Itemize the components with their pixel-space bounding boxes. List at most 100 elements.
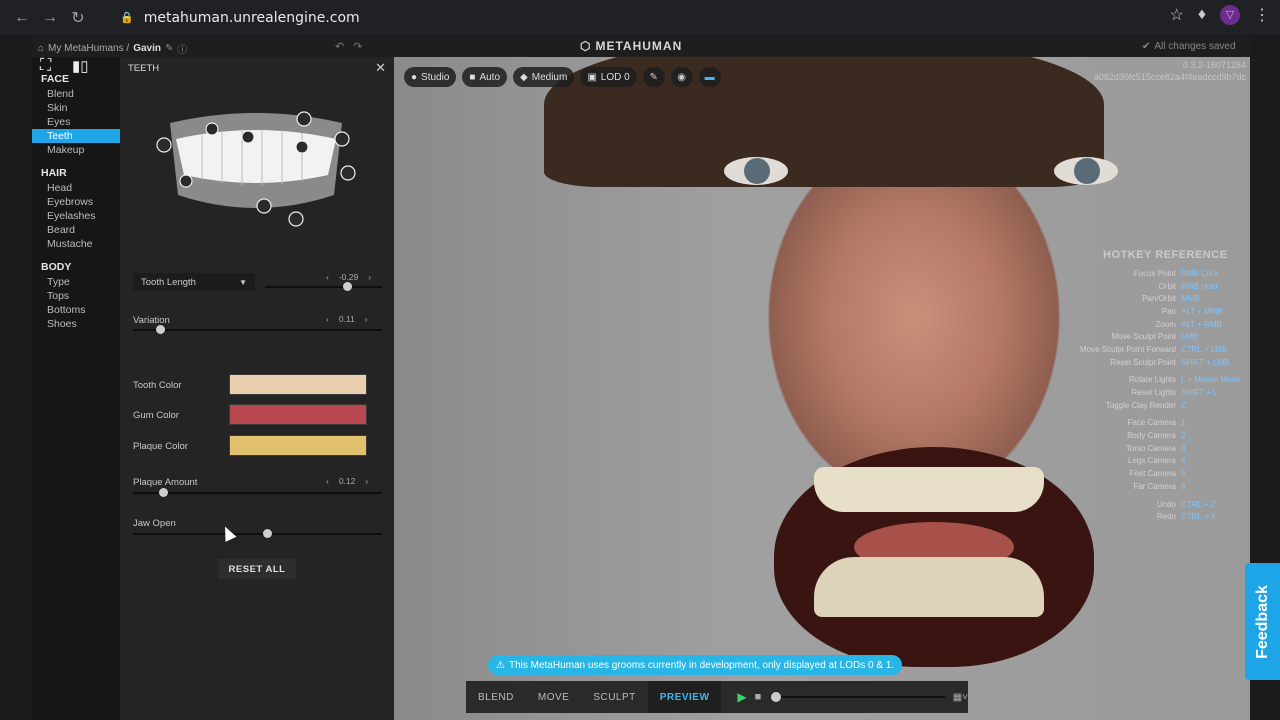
build-hash: a082d30fc515cce82a4f4eadccd9b7dc xyxy=(1093,72,1246,82)
browser-toolbar: ← → ↻ 🔒 metahuman.unrealengine.com ☆ ♦ ▽… xyxy=(0,0,1280,35)
profile-avatar[interactable]: ▽ xyxy=(1220,5,1240,25)
forward-icon[interactable]: → xyxy=(36,4,64,32)
bar-chart-icon[interactable]: ▮▯ xyxy=(72,57,89,75)
clay-render-icon[interactable]: ◉ xyxy=(670,67,693,87)
gum-color-swatch[interactable] xyxy=(229,404,367,425)
hotkeys-icon[interactable]: ▬ xyxy=(698,67,721,87)
hotkey-action: Rotate Lights xyxy=(1128,375,1176,385)
variation-knob[interactable] xyxy=(156,325,166,334)
increment-icon[interactable]: › xyxy=(365,314,368,324)
medium-label: Medium xyxy=(531,71,568,83)
sidebar-item-bottoms[interactable]: Bottoms xyxy=(32,303,120,317)
3d-viewport[interactable]: ● Studio ■ Auto ◆ Medium ▣ LOD 0 ✎ ◉ ▬ 0.3.2… xyxy=(394,57,1250,720)
timeline-scrubber[interactable] xyxy=(771,692,945,702)
hotkey-row: Zoom ALT + RMB xyxy=(1034,318,1250,331)
decrement-icon[interactable]: ‹ xyxy=(326,314,329,324)
mode-move[interactable]: MOVE xyxy=(526,681,581,713)
hotkey-action: Zoom xyxy=(1155,319,1176,329)
lod-button[interactable]: ▣ LOD 0 xyxy=(580,67,637,87)
tooth-length-slider[interactable] xyxy=(265,286,382,288)
dropdown-label: Tooth Length xyxy=(141,276,196,288)
edit-name-icon[interactable]: ✎ xyxy=(165,43,173,54)
hotkey-row: Reset Lights SHIFT + L xyxy=(1034,386,1250,399)
menu-kebab-icon[interactable]: ⋮ xyxy=(1254,5,1270,25)
tooth-length-knob[interactable] xyxy=(342,282,352,291)
sidebar-item-tops[interactable]: Tops xyxy=(32,289,120,303)
teeth-preview[interactable] xyxy=(156,109,356,239)
sidebar-item-beard[interactable]: Beard xyxy=(32,223,120,237)
reset-all-button[interactable]: RESET ALL xyxy=(218,559,296,579)
sidebar-item-type[interactable]: Type xyxy=(32,275,120,289)
info-icon[interactable]: ⓘ xyxy=(177,41,187,56)
mode-preview[interactable]: PREVIEW xyxy=(647,681,722,713)
sidebar-item-eyelashes[interactable]: Eyelashes xyxy=(32,209,120,223)
reload-icon[interactable]: ↻ xyxy=(64,4,92,32)
diamond-icon: ◆ xyxy=(520,71,528,83)
sidebar-item-shoes[interactable]: Shoes xyxy=(32,317,120,331)
jaw-open-slider[interactable] xyxy=(133,533,382,535)
hotkey-row: Move Sculpt Point LMB xyxy=(1034,330,1250,343)
lod-label: LOD 0 xyxy=(600,71,630,83)
hotkey-binding: 6 xyxy=(1181,481,1186,491)
hotkey-action: Orbit xyxy=(1158,281,1176,291)
home-icon[interactable]: ⌂ xyxy=(38,43,44,54)
plaque-amount-knob[interactable] xyxy=(158,488,168,497)
increment-icon[interactable]: › xyxy=(365,476,368,486)
back-icon[interactable]: ← xyxy=(8,4,36,32)
notice-text: This MetaHuman uses grooms currently in … xyxy=(508,659,895,671)
feedback-tab[interactable]: Feedback xyxy=(1245,563,1280,680)
tooth-color-swatch[interactable] xyxy=(229,374,367,395)
stop-icon[interactable]: ■ xyxy=(755,691,762,703)
hotkey-row: Orbit RMB Hold xyxy=(1034,280,1250,293)
close-icon[interactable]: ✕ xyxy=(375,60,386,76)
sidebar-item-mustache[interactable]: Mustache xyxy=(32,237,120,251)
hotkey-action: Undo xyxy=(1156,499,1176,509)
fullscreen-icon[interactable]: ⛶ xyxy=(40,57,51,75)
feedback-label: Feedback xyxy=(1253,584,1271,659)
variation-slider[interactable] xyxy=(133,329,382,331)
tooth-length-dropdown[interactable]: Tooth Length ▼ xyxy=(133,273,255,291)
warning-icon: ⚠ xyxy=(496,659,505,671)
animation-select-icon[interactable]: ▦˅ xyxy=(953,692,968,703)
tooth-length-number: -0.29 xyxy=(338,272,359,282)
mode-sculpt[interactable]: SCULPT xyxy=(581,681,647,713)
redo-icon[interactable]: ↷ xyxy=(353,41,362,53)
mode-blend[interactable]: BLEND xyxy=(466,681,526,713)
hotkey-row: Rotate Lights L + Mouse Move xyxy=(1034,374,1250,387)
studio-button[interactable]: ● Studio xyxy=(404,67,457,87)
plaque-amount-slider[interactable] xyxy=(133,492,382,494)
brush-icon[interactable]: ✎ xyxy=(642,67,665,87)
hotkey-row: Far Camera 6 xyxy=(1034,480,1250,493)
plaque-color-swatch[interactable] xyxy=(229,435,367,456)
lock-icon: 🔒 xyxy=(120,12,134,24)
sidebar-item-blend[interactable]: Blend xyxy=(32,87,120,101)
breadcrumb-root[interactable]: My MetaHumans / xyxy=(48,43,129,54)
viewport-toolbar: ● Studio ■ Auto ◆ Medium ▣ LOD 0 ✎ ◉ ▬ xyxy=(404,67,721,87)
sidebar-item-teeth[interactable]: Teeth xyxy=(32,129,120,143)
timeline-knob[interactable] xyxy=(771,692,782,702)
undo-icon[interactable]: ↶ xyxy=(335,41,344,53)
jaw-open-knob[interactable] xyxy=(263,529,273,538)
address-bar[interactable]: 🔒 metahuman.unrealengine.com xyxy=(108,4,1178,31)
decrement-icon[interactable]: ‹ xyxy=(326,272,329,282)
hotkey-binding: 3 xyxy=(1181,443,1186,453)
quality-button[interactable]: ◆ Medium xyxy=(513,67,575,87)
hotkey-row: Face Camera 1 xyxy=(1034,417,1250,430)
sidebar-item-eyebrows[interactable]: Eyebrows xyxy=(32,195,120,209)
sidebar-item-makeup[interactable]: Makeup xyxy=(32,143,120,157)
play-icon[interactable]: ▶ xyxy=(737,690,746,704)
sidebar-item-eyes[interactable]: Eyes xyxy=(32,115,120,129)
hotkey-binding: C xyxy=(1181,400,1187,410)
bookmark-star-icon[interactable]: ☆ xyxy=(1169,5,1183,25)
extensions-icon[interactable]: ♦ xyxy=(1198,6,1206,24)
variation-number: 0.11 xyxy=(338,314,355,324)
variation-value: ‹ 0.11 › xyxy=(326,314,368,324)
sidebar-item-head[interactable]: Head xyxy=(32,181,120,195)
plaque-amount-label: Plaque Amount xyxy=(133,477,198,488)
increment-icon[interactable]: › xyxy=(368,272,371,282)
decrement-icon[interactable]: ‹ xyxy=(326,476,329,486)
save-status: ✔ All changes saved xyxy=(1142,41,1236,52)
hotkey-binding: CTRL + LMB xyxy=(1181,344,1228,354)
sidebar-item-skin[interactable]: Skin xyxy=(32,101,120,115)
auto-camera-button[interactable]: ■ Auto xyxy=(462,67,508,87)
